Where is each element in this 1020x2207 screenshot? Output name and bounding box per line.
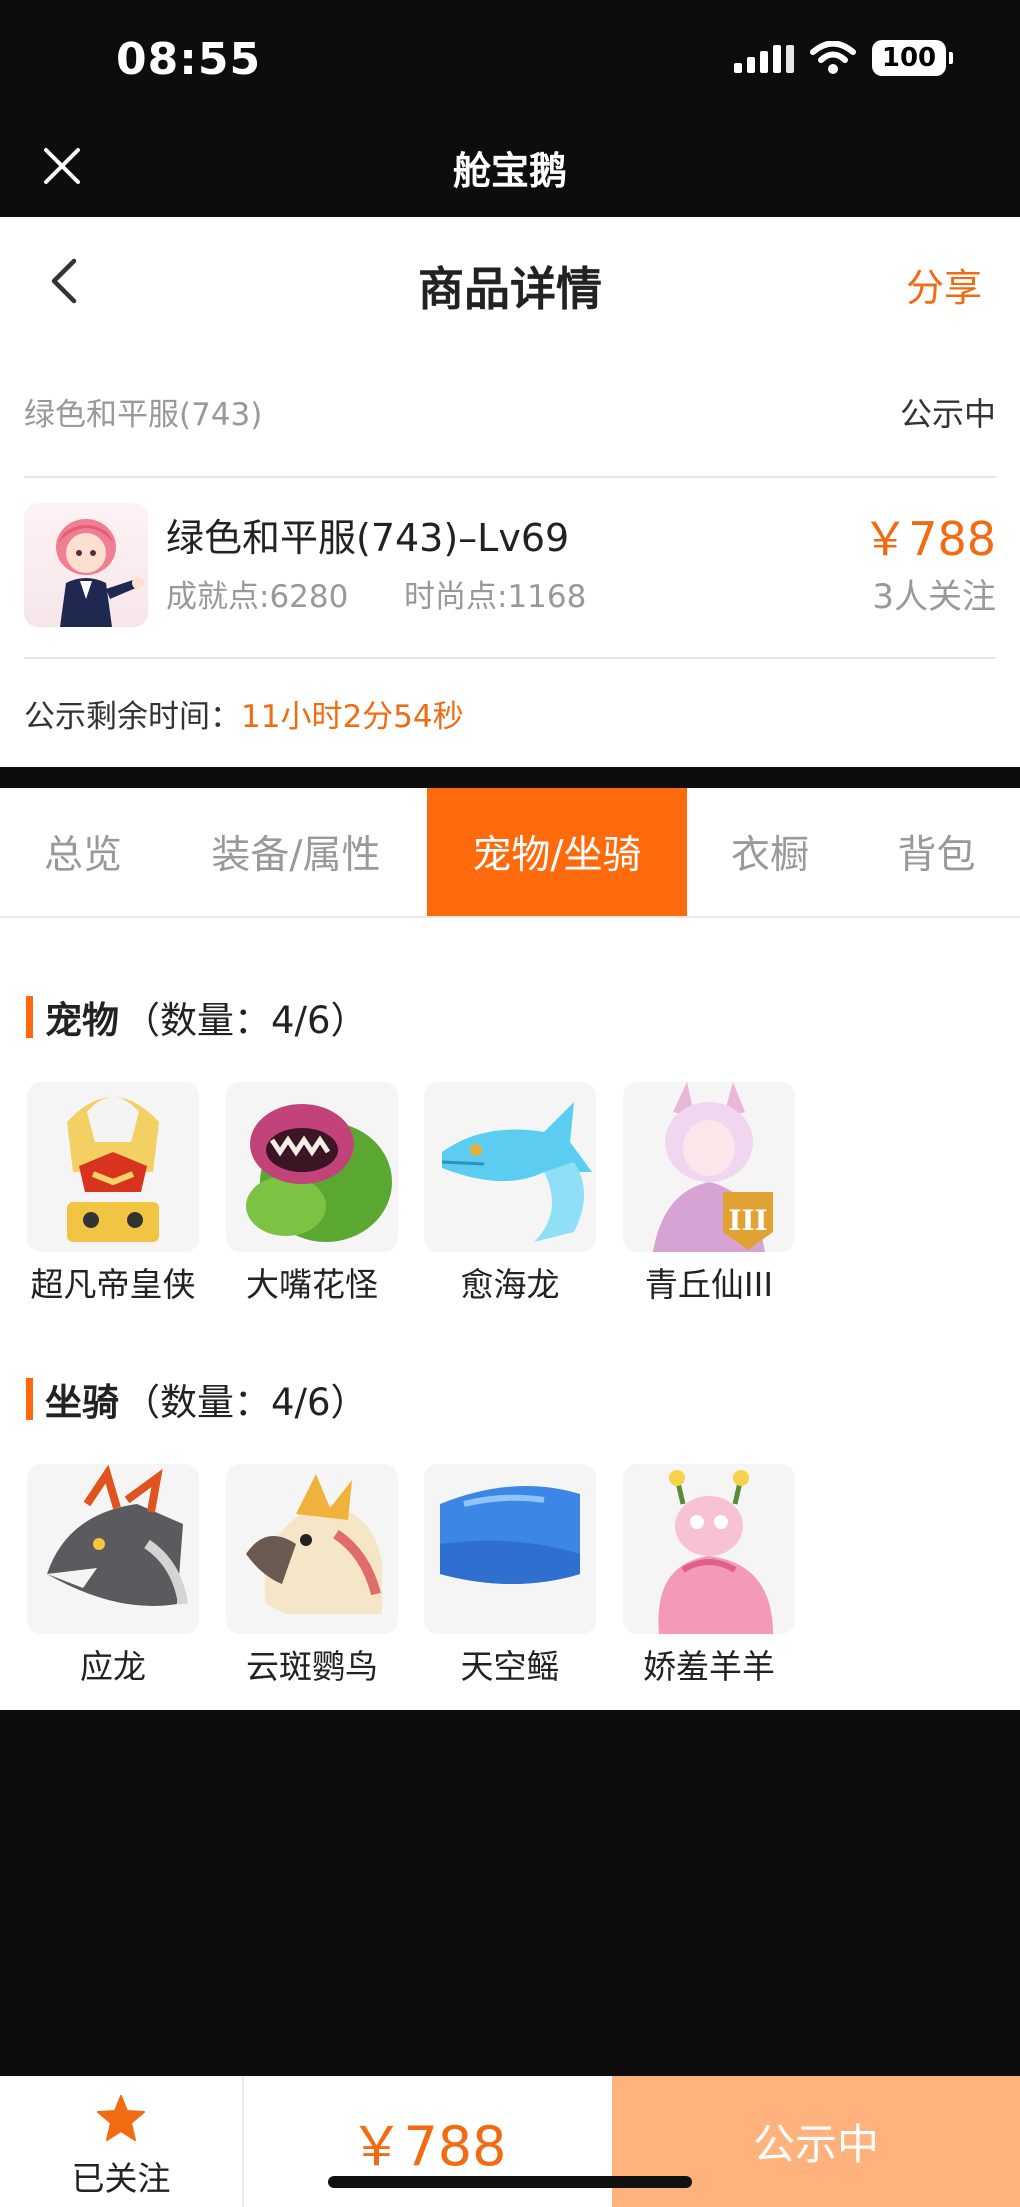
status-icons: 100 (734, 40, 953, 76)
signal-icon (734, 43, 794, 73)
pet-name: 愈海龙 (460, 1265, 560, 1304)
mount-name: 天空鳐 (460, 1647, 560, 1686)
achievement-points: 成就点:6280 (166, 579, 349, 615)
mount-card[interactable]: 云斑鹦鸟 (226, 1464, 398, 1688)
tab-backpack[interactable]: 背包 (853, 788, 1020, 916)
pet-image (226, 1082, 398, 1252)
character-avatar (24, 503, 148, 627)
pet-card[interactable]: 超凡帝皇侠 (27, 1082, 199, 1306)
app-title: 舱宝鹅 (452, 149, 567, 193)
mount-name: 云斑鹦鸟 (246, 1647, 378, 1686)
nav-bar: 商品详情 分享 (0, 217, 1020, 347)
mounts-title: 坐骑 (45, 1381, 119, 1424)
pet-image (27, 1082, 199, 1252)
product-row[interactable]: 绿色和平服(743)–Lv69 成就点:6280 时尚点:1168 ￥788 3… (24, 503, 996, 633)
share-button[interactable]: 分享 (906, 257, 982, 312)
status-time: 08:55 (116, 34, 262, 85)
detail-tabs: 总览 装备/属性 宠物/坐骑 衣橱 背包 (0, 788, 1020, 918)
follow-button[interactable]: 已关注 (0, 2076, 244, 2207)
mounts-section-title: 坐骑 （数量：4/6） (26, 1372, 368, 1426)
mount-image (424, 1464, 596, 1634)
listing-status: 公示中 (899, 395, 996, 433)
product-name: 绿色和平服(743)–Lv69 (166, 516, 570, 560)
tab-equipment[interactable]: 装备/属性 (166, 788, 426, 916)
battery-icon: 100 (872, 40, 953, 76)
remaining-time: 公示剩余时间：11小时2分54秒 (24, 691, 464, 736)
pet-card[interactable]: 大嘴花怪 (226, 1082, 398, 1306)
fashion-points: 时尚点:1168 (404, 579, 587, 615)
listing-name: 绿色和平服(743) (24, 397, 263, 433)
pets-mounts-panel: 宠物 （数量：4/6） 超凡帝皇侠 大嘴花怪 愈海龙 III 青丘仙III 坐骑… (0, 918, 1020, 1710)
pet-image (424, 1082, 596, 1252)
mount-card[interactable]: 应龙 (27, 1464, 199, 1688)
pets-section-title: 宠物 （数量：4/6） (26, 990, 368, 1044)
tab-pets-mounts[interactable]: 宠物/坐骑 (427, 788, 687, 916)
tab-overview[interactable]: 总览 (0, 788, 166, 916)
product-price: ￥788 (862, 512, 996, 566)
star-icon (97, 2095, 145, 2141)
mount-card[interactable]: 娇羞羊羊 (623, 1464, 795, 1688)
pets-count: （数量：4/6） (123, 999, 368, 1042)
pet-name: 青丘仙III (644, 1265, 774, 1304)
pet-card[interactable]: III 青丘仙III (623, 1082, 795, 1306)
svg-text:III: III (728, 1204, 767, 1237)
mount-name: 娇羞羊羊 (643, 1647, 775, 1686)
page-title: 商品详情 (418, 262, 602, 316)
listing-summary: 商品详情 分享 绿色和平服(743) 公示中 绿色和平服(743)–Lv69 成… (0, 217, 1020, 767)
section-accent-bar (26, 996, 33, 1038)
follow-label: 已关注 (71, 2159, 171, 2198)
mount-name: 应龙 (80, 1647, 146, 1686)
pet-card[interactable]: 愈海龙 (424, 1082, 596, 1306)
wifi-icon (810, 41, 856, 74)
mount-image (623, 1464, 795, 1634)
pet-image: III (623, 1082, 795, 1252)
section-accent-bar (26, 1378, 33, 1420)
home-indicator[interactable] (328, 2176, 692, 2188)
pets-title: 宠物 (45, 999, 119, 1042)
mount-image (27, 1464, 199, 1634)
pet-name: 大嘴花怪 (246, 1265, 378, 1304)
listing-header-row: 绿色和平服(743) 公示中 (24, 389, 996, 439)
app-header: 舱宝鹅 (0, 120, 1020, 217)
mount-image (226, 1464, 398, 1634)
pet-name: 超凡帝皇侠 (30, 1265, 196, 1304)
remaining-time-label: 公示剩余时间： (24, 699, 241, 735)
remaining-time-value: 11小时2分54秒 (241, 699, 464, 735)
mounts-count: （数量：4/6） (123, 1381, 368, 1424)
follower-count: 3人关注 (872, 577, 996, 617)
tab-wardrobe[interactable]: 衣橱 (687, 788, 853, 916)
mount-card[interactable]: 天空鳐 (424, 1464, 596, 1688)
divider (24, 476, 996, 478)
status-bar: 08:55 100 (0, 0, 1020, 120)
divider (24, 657, 996, 659)
